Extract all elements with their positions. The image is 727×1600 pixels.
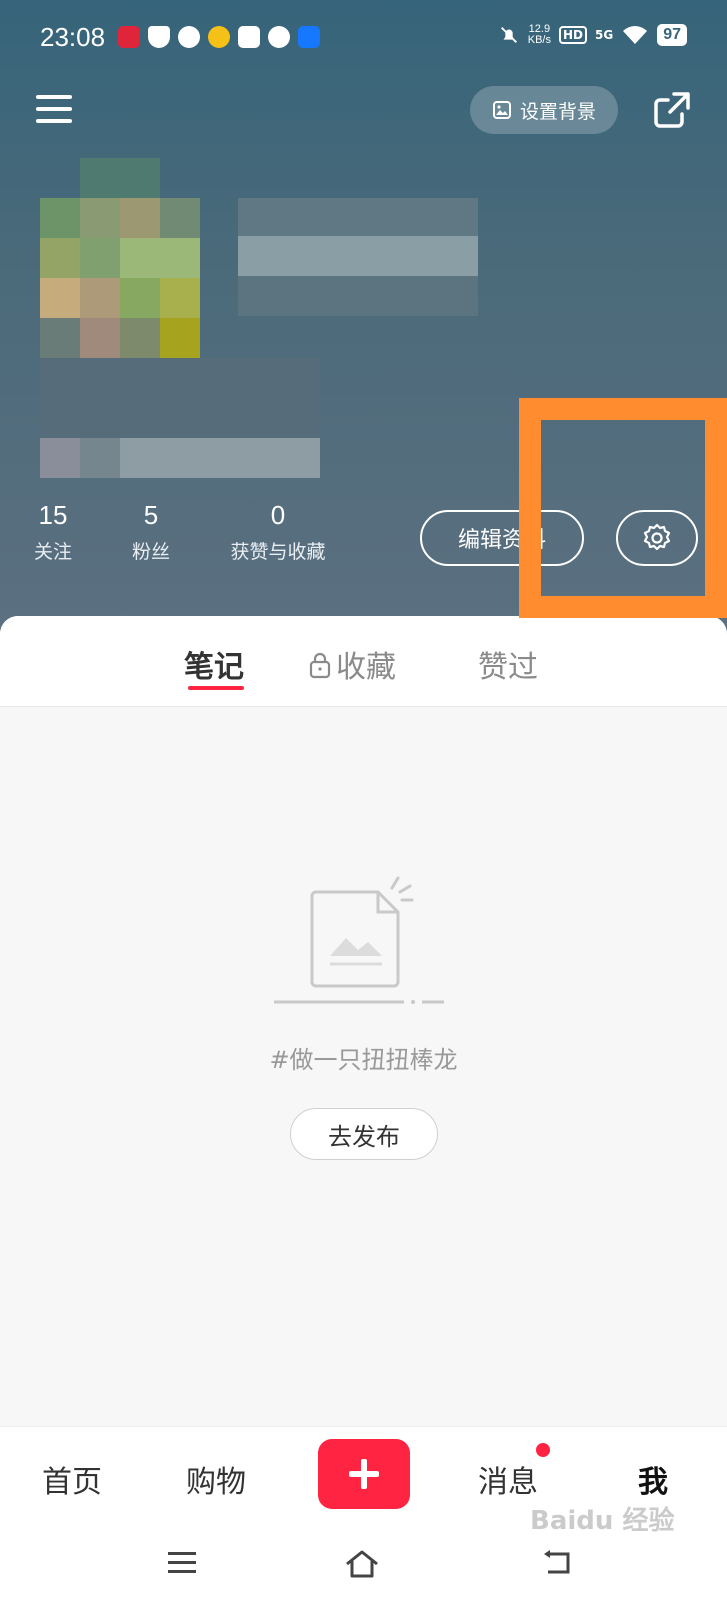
plus-icon	[349, 1459, 379, 1489]
unread-badge	[536, 1443, 550, 1457]
watermark: Baidu 经验	[530, 1506, 675, 1536]
signal-icon: 5G	[595, 28, 614, 42]
nav-home[interactable]: 首页	[42, 1457, 102, 1501]
lock-icon	[309, 652, 331, 679]
menu-icon[interactable]	[36, 95, 72, 125]
notification-icons	[118, 26, 320, 48]
system-icons: 12.9 KB/s HD 5G 97	[498, 24, 687, 46]
nav-me[interactable]: 我	[638, 1457, 668, 1501]
tab-collections-label: 收藏	[336, 650, 396, 685]
stat-followers[interactable]: 5 粉丝	[128, 500, 174, 564]
empty-document-icon	[274, 876, 444, 1004]
battery-icon: 97	[657, 24, 687, 46]
home-icon[interactable]	[344, 1548, 380, 1580]
stat-likes-collects[interactable]: 0 获赞与收藏	[222, 500, 334, 564]
nickname	[238, 198, 478, 318]
profile-header: 23:08 12.9 KB/s HD 5G 97 设置背景 15 关注 5 粉丝…	[0, 0, 727, 640]
set-background-button[interactable]: 设置背景	[470, 86, 618, 134]
cat-icon	[268, 26, 290, 48]
content-panel: 笔记 收藏 赞过 #做一只扭扭棒龙 去发布	[0, 616, 727, 1426]
tab-collections[interactable]: 收藏	[308, 642, 396, 686]
edit-profile-button[interactable]: 编辑资料	[420, 510, 584, 566]
image-icon	[492, 101, 511, 119]
wifi-icon	[623, 26, 648, 44]
active-tab-indicator	[188, 686, 244, 690]
tab-bar: 笔记 收藏 赞过	[0, 616, 727, 707]
calendar-icon	[238, 26, 260, 48]
tab-notes[interactable]: 笔记	[184, 642, 244, 686]
shield-icon	[148, 26, 170, 48]
weibo-icon	[208, 26, 230, 48]
recent-apps-icon[interactable]	[166, 1548, 198, 1578]
nav-shopping[interactable]: 购物	[186, 1457, 246, 1501]
audio-icon	[178, 26, 200, 48]
system-nav-bar	[0, 1528, 727, 1600]
share-icon[interactable]	[652, 90, 692, 130]
alipay-icon	[298, 26, 320, 48]
net-speed: 12.9 KB/s	[527, 23, 551, 46]
nav-messages[interactable]: 消息	[478, 1457, 538, 1501]
status-time: 23:08	[40, 22, 106, 52]
set-background-label: 设置背景	[519, 100, 596, 123]
publish-button[interactable]: 去发布	[290, 1108, 438, 1160]
mute-bell-icon	[500, 27, 517, 43]
hd-icon: HD	[558, 26, 587, 44]
gear-icon	[643, 523, 671, 551]
create-post-button[interactable]	[318, 1439, 410, 1509]
empty-state-hint[interactable]: #做一只扭扭棒龙	[0, 1040, 727, 1075]
status-bar: 23:08 12.9 KB/s HD 5G 97	[0, 0, 727, 78]
app-notification-icon	[118, 26, 140, 48]
back-icon[interactable]	[540, 1548, 574, 1578]
settings-button[interactable]	[616, 510, 698, 566]
avatar[interactable]	[40, 158, 200, 318]
stat-following[interactable]: 15 关注	[30, 500, 76, 564]
tab-liked[interactable]: 赞过	[478, 642, 538, 686]
bio-text	[40, 358, 320, 478]
avatar-lower	[40, 318, 200, 358]
